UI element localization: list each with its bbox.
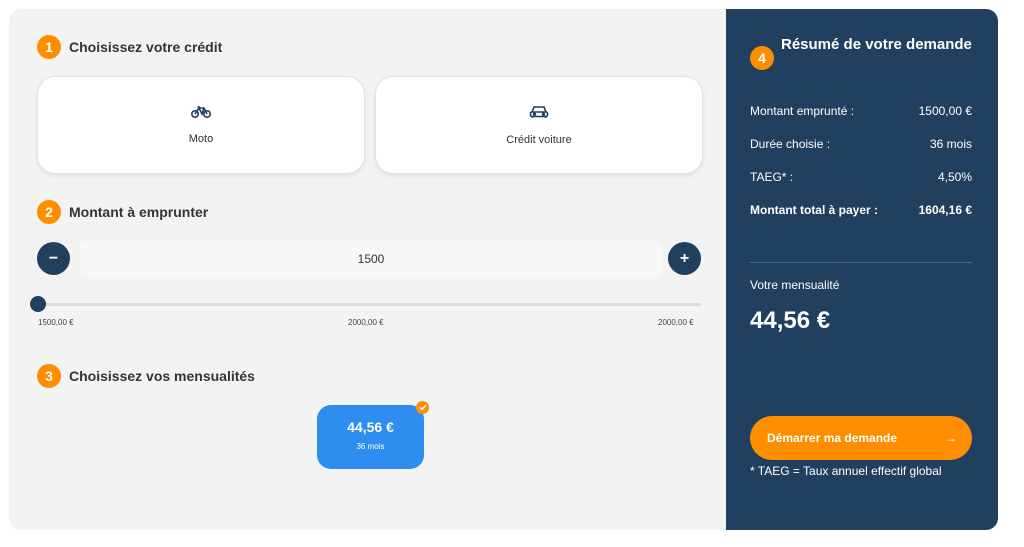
- credit-option-label: Moto: [188, 132, 214, 145]
- monthly-option-card[interactable]: 44,56 € 36 mois: [317, 405, 424, 469]
- car-icon: [529, 105, 549, 119]
- summary-row-value: 36 mois: [929, 137, 972, 151]
- summary-row-duration: Durée choisie : 36 mois: [750, 137, 972, 151]
- arrow-right-icon: →: [945, 431, 957, 445]
- monthly-option-value: 44,56 €: [347, 419, 394, 435]
- monthly-payment-label: Votre mensualité: [750, 278, 840, 292]
- amount-slider-track[interactable]: [38, 303, 701, 306]
- amount-slider-thumb[interactable]: [30, 296, 46, 312]
- summary-row-taeg: TAEG* : 4,50%: [750, 170, 972, 184]
- summary-row-value: 1604,16 €: [918, 203, 972, 217]
- summary-divider: [750, 262, 972, 263]
- summary-panel: 4 Résumé de votre demande Montant emprun…: [726, 9, 998, 530]
- step-3-number: 3: [37, 364, 61, 388]
- summary-row-label: TAEG* :: [750, 170, 794, 184]
- summary-row-value: 1500,00 €: [918, 104, 972, 118]
- taeg-footnote: * TAEG = Taux annuel effectif global: [750, 464, 942, 478]
- slider-min-label: 1500,00 €: [38, 318, 74, 327]
- monthly-option-duration: 36 mois: [356, 442, 385, 451]
- credit-option-label: Crédit voiture: [506, 133, 572, 146]
- summary-row-amount: Montant emprunté : 1500,00 €: [750, 104, 972, 118]
- summary-row-label: Durée choisie :: [750, 137, 831, 151]
- step-1-header: 1 Choisissez votre crédit: [37, 35, 222, 59]
- summary-title: Résumé de votre demande: [781, 36, 972, 53]
- slider-mid-label: 2000,00 €: [348, 318, 384, 327]
- start-request-button[interactable]: Démarrer ma demande →: [750, 416, 972, 460]
- summary-row-label: Montant total à payer :: [750, 203, 879, 217]
- summary-row-total: Montant total à payer : 1604,16 €: [750, 203, 972, 217]
- increase-amount-button[interactable]: +: [668, 242, 701, 275]
- loan-simulator-card: 1 Choisissez votre crédit Moto Crédit vo…: [9, 9, 998, 530]
- step-2-header: 2 Montant à emprunter: [37, 200, 208, 224]
- credit-option-voiture[interactable]: Crédit voiture: [375, 76, 703, 174]
- credit-option-moto[interactable]: Moto: [37, 76, 365, 174]
- step-1-title: Choisissez votre crédit: [69, 39, 223, 55]
- step-3-header: 3 Choisissez vos mensualités: [37, 364, 255, 388]
- step-4-number: 4: [750, 46, 774, 70]
- slider-max-label: 2000,00 €: [658, 318, 694, 327]
- step-1-number: 1: [37, 35, 61, 59]
- bicycle-icon: [191, 105, 211, 118]
- step-2-title: Montant à emprunter: [69, 204, 209, 220]
- start-request-label: Démarrer ma demande: [767, 431, 898, 445]
- amount-input[interactable]: [80, 241, 662, 277]
- step-3-title: Choisissez vos mensualités: [69, 368, 255, 384]
- decrease-amount-button[interactable]: −: [37, 242, 70, 275]
- check-icon: [416, 401, 429, 414]
- monthly-payment-value: 44,56 €: [750, 307, 831, 334]
- step-2-number: 2: [37, 200, 61, 224]
- summary-row-value: 4,50%: [937, 170, 972, 184]
- summary-row-label: Montant emprunté :: [750, 104, 855, 118]
